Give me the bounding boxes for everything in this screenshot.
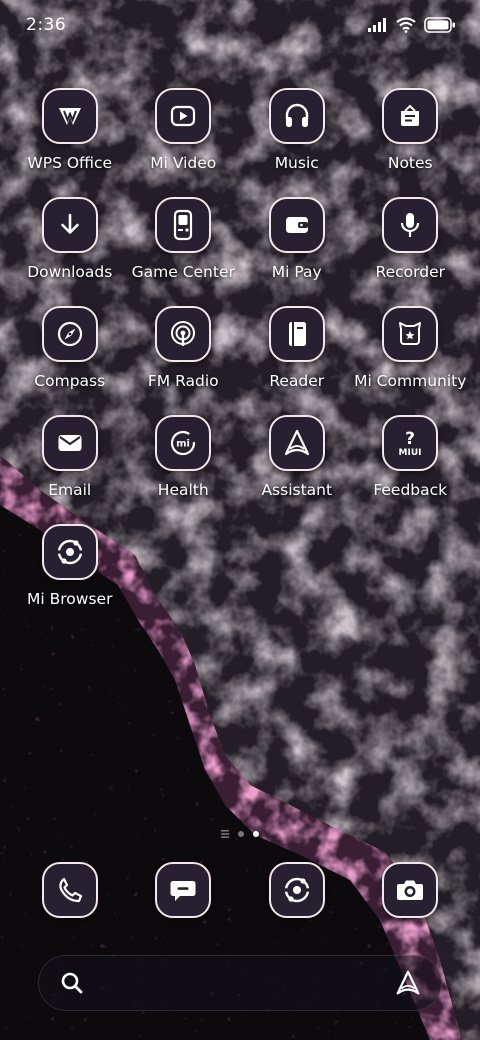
- assistant-icon[interactable]: [393, 968, 423, 998]
- app-label: Game Center: [131, 263, 235, 281]
- browser-icon: [41, 524, 98, 580]
- radio-icon: [155, 306, 212, 362]
- message-bubble-icon: [155, 862, 212, 918]
- app-mi-pay[interactable]: Mi Pay: [240, 197, 354, 281]
- feedback-icon: ? MIUI: [382, 415, 439, 471]
- app-recorder[interactable]: Recorder: [354, 197, 468, 281]
- wps-office-icon: [41, 88, 98, 144]
- book-icon: [268, 306, 325, 362]
- play-icon: [155, 88, 212, 144]
- gamepad-icon: [155, 197, 212, 253]
- app-label: Recorder: [375, 263, 445, 281]
- signal-icon: [368, 18, 386, 32]
- app-music[interactable]: Music: [240, 88, 354, 172]
- browser-icon: [268, 862, 325, 918]
- feedback-question-mark: ?: [405, 429, 415, 449]
- app-email[interactable]: Email: [13, 415, 127, 499]
- health-ring-icon: mi: [155, 415, 212, 471]
- app-game-center[interactable]: Game Center: [127, 197, 241, 281]
- app-label: Mi Pay: [271, 263, 322, 281]
- app-label: Mi Community: [354, 372, 467, 390]
- battery-icon: [424, 17, 455, 33]
- app-label: Music: [274, 154, 319, 172]
- app-label: Mi Video: [150, 154, 217, 172]
- dock-browser[interactable]: [240, 862, 354, 918]
- app-compass[interactable]: Compass: [13, 306, 127, 390]
- dock-phone[interactable]: [13, 862, 127, 918]
- app-downloads[interactable]: Downloads: [13, 197, 127, 281]
- app-label: Feedback: [373, 481, 448, 499]
- app-label: Mi Browser: [27, 590, 113, 608]
- app-label: WPS Office: [27, 154, 113, 172]
- app-notes[interactable]: Notes: [354, 88, 468, 172]
- app-label: Notes: [387, 154, 433, 172]
- health-mi-text: mi: [176, 439, 190, 450]
- wifi-icon: [396, 17, 416, 33]
- dock-messaging[interactable]: [127, 862, 241, 918]
- community-icon: [382, 306, 439, 362]
- clock: 2:36: [26, 15, 67, 35]
- download-arrow-icon: [41, 197, 98, 253]
- page-indicator[interactable]: [200, 828, 280, 840]
- app-label: Email: [48, 481, 92, 499]
- headphones-icon: [268, 88, 325, 144]
- app-label: Health: [157, 481, 209, 499]
- app-label: FM Radio: [147, 372, 219, 390]
- feedback-miui-text: MIUI: [399, 448, 422, 458]
- app-feedback[interactable]: ? MIUI Feedback: [354, 415, 468, 499]
- assistant-icon: [268, 415, 325, 471]
- app-label: Downloads: [27, 263, 113, 281]
- wallet-icon: [268, 197, 325, 253]
- dock: [13, 862, 467, 918]
- search-bar[interactable]: [38, 955, 442, 1011]
- app-grid: WPS Office Mi Video Music Notes Download…: [13, 88, 467, 608]
- status-bar: 2:36: [0, 0, 480, 50]
- page-dot: [238, 831, 244, 837]
- app-mi-community[interactable]: Mi Community: [354, 306, 468, 390]
- app-fm-radio[interactable]: FM Radio: [127, 306, 241, 390]
- app-reader[interactable]: Reader: [240, 306, 354, 390]
- notes-icon: [382, 88, 439, 144]
- search-icon[interactable]: [59, 970, 85, 996]
- compass-icon: [41, 306, 98, 362]
- camera-icon: [382, 862, 439, 918]
- app-mi-browser[interactable]: Mi Browser: [13, 524, 127, 608]
- dock-camera[interactable]: [354, 862, 468, 918]
- app-mi-video[interactable]: Mi Video: [127, 88, 241, 172]
- app-label: Compass: [34, 372, 106, 390]
- phone-icon: [41, 862, 98, 918]
- page-list-icon: [221, 830, 229, 838]
- app-health[interactable]: mi Health: [127, 415, 241, 499]
- app-wps-office[interactable]: WPS Office: [13, 88, 127, 172]
- app-label: Reader: [269, 372, 325, 390]
- page-dot-active: [253, 831, 259, 837]
- status-icons: [368, 17, 456, 33]
- envelope-icon: [41, 415, 98, 471]
- microphone-icon: [382, 197, 439, 253]
- app-label: Assistant: [261, 481, 333, 499]
- app-assistant[interactable]: Assistant: [240, 415, 354, 499]
